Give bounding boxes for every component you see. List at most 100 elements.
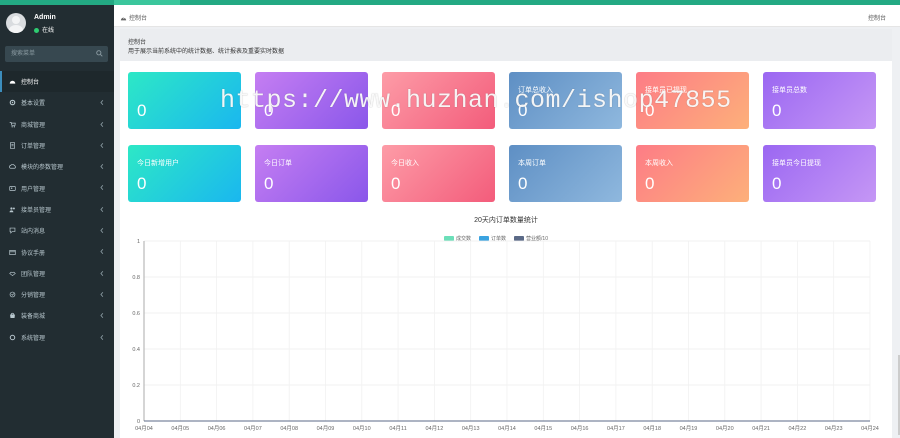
breadcrumb-home[interactable]: 控制台 — [120, 13, 147, 22]
stat-card[interactable]: 今日新增用户 0 — [128, 145, 241, 202]
intro-panel: 控制台 用于展示当前系统中的统计数据、统计报表及重要实时数据 — [120, 29, 892, 61]
gear-icon — [9, 100, 16, 106]
chevron-left-icon[interactable] — [99, 99, 105, 106]
chevron-left-icon[interactable] — [99, 163, 105, 170]
sidebar-item-label: 接单员管理 — [21, 207, 52, 214]
dashboard-icon — [9, 80, 16, 84]
sidebar-item-label: 协议手册 — [21, 250, 46, 257]
chevron-left-icon[interactable] — [99, 227, 105, 234]
shop-icon — [10, 313, 15, 319]
stat-card[interactable]: 今日收入 0 — [382, 145, 495, 202]
sidebar: Admin 在线 控制台基本设置商城管理订单管理模块的参数管理用户管理接单员管理… — [0, 5, 114, 438]
stat-card-value: 0 — [137, 174, 147, 193]
stat-card-label: 今日新增用户 — [137, 160, 179, 167]
x-tick-label: 04月14 — [498, 425, 516, 432]
sidebar-item-2[interactable]: 商城管理 — [0, 114, 114, 135]
y-tick-label: 1 — [137, 239, 140, 245]
chevron-left-icon[interactable] — [99, 121, 105, 128]
stat-card-label: 本周收入 — [645, 160, 673, 167]
chevron-left-icon[interactable] — [99, 334, 105, 341]
order-icon — [10, 142, 15, 149]
sidebar-item-12[interactable]: 系统管理 — [0, 327, 114, 348]
user-status-label: 在线 — [42, 28, 55, 34]
chevron-left-icon[interactable] — [99, 206, 105, 213]
sidebar-item-label: 控制台 — [21, 80, 40, 87]
message-icon — [9, 227, 16, 235]
chevron-left-icon[interactable] — [99, 270, 105, 277]
stat-card-value: 0 — [391, 174, 401, 193]
sidebar-item-label: 站内消息 — [21, 229, 46, 236]
stat-card[interactable]: 本周收入 0 — [636, 145, 749, 202]
sidebar-item-label: 装备商城 — [21, 314, 46, 321]
chevron-left-icon[interactable] — [99, 248, 105, 255]
breadcrumb: 控制台 控制台 — [114, 5, 900, 27]
user-panel: Admin 在线 — [0, 5, 114, 41]
sidebar-item-label: 基本设置 — [21, 101, 46, 108]
stat-card-label: 本周订单 — [518, 160, 546, 167]
sidebar-item-label: 模块的参数管理 — [21, 165, 64, 172]
cart-icon — [9, 121, 16, 128]
x-tick-label: 04月08 — [280, 425, 298, 432]
x-tick-label: 04月19 — [680, 425, 698, 432]
y-tick-label: 0 — [137, 419, 140, 425]
x-tick-label: 04月23 — [825, 425, 843, 432]
x-tick-label: 04月05 — [171, 425, 189, 432]
x-tick-label: 04月20 — [716, 425, 734, 432]
chevron-left-icon[interactable] — [99, 312, 105, 319]
users-icon — [9, 207, 15, 213]
chart-title: 20天内订单数量统计 — [474, 217, 538, 224]
stat-card-label: 今日收入 — [391, 160, 419, 167]
stat-card-value: 0 — [264, 174, 274, 193]
sidebar-item-label: 系统管理 — [21, 335, 46, 342]
avatar[interactable] — [6, 13, 26, 33]
sidebar-item-6[interactable]: 接单员管理 — [0, 199, 114, 220]
stat-card-value: 0 — [645, 174, 655, 193]
breadcrumb-home-label: 控制台 — [129, 16, 148, 22]
stat-card-value: 0 — [137, 101, 147, 120]
sidebar-item-7[interactable]: 站内消息 — [0, 220, 114, 241]
sidebar-item-11[interactable]: 装备商城 — [0, 305, 114, 326]
sidebar-item-8[interactable]: 协议手册 — [0, 241, 114, 262]
stat-card[interactable]: 接单员今日提现 0 — [763, 145, 876, 202]
intro-description: 用于展示当前系统中的统计数据、统计报表及重要实时数据 — [128, 49, 285, 55]
dashboard-icon — [120, 16, 127, 20]
sidebar-item-5[interactable]: 用户管理 — [0, 177, 114, 198]
x-tick-label: 04月21 — [752, 425, 770, 432]
breadcrumb-current[interactable]: 控制台 — [868, 13, 886, 22]
x-tick-label: 04月04 — [135, 425, 153, 432]
search-input[interactable] — [5, 46, 93, 62]
stat-card[interactable]: 今日订单 0 — [255, 145, 368, 202]
sidebar-item-1[interactable]: 基本设置 — [0, 92, 114, 113]
stat-card-label: 接单员今日提现 — [772, 160, 821, 167]
x-tick-label: 04月16 — [571, 425, 589, 432]
orders-line-chart: 0 0.2 0.4 0.6 0.8 1 04月04 04月05 04月06 04月07 04月08 0… — [132, 239, 879, 432]
stat-card-value: 0 — [772, 101, 782, 120]
user-status: 在线 — [34, 25, 54, 34]
sidebar-menu: 控制台基本设置商城管理订单管理模块的参数管理用户管理接单员管理站内消息协议手册团… — [0, 71, 114, 348]
sidebar-item-0[interactable]: 控制台 — [0, 71, 114, 93]
x-tick-label: 04月15 — [534, 425, 552, 432]
x-tick-label: 04月18 — [643, 425, 661, 432]
chevron-left-icon[interactable] — [99, 142, 105, 149]
sidebar-item-9[interactable]: 团队管理 — [0, 263, 114, 284]
stat-card-label: 接单员总数 — [772, 87, 807, 94]
cog-icon — [9, 334, 16, 340]
search-icon[interactable] — [96, 50, 103, 57]
share-icon — [9, 291, 16, 298]
x-tick-label: 04月06 — [208, 425, 226, 432]
sidebar-item-4[interactable]: 模块的参数管理 — [0, 156, 114, 177]
stat-card-label: 今日订单 — [264, 160, 292, 167]
stat-card[interactable]: 接单员总数 0 — [763, 72, 876, 129]
sidebar-item-3[interactable]: 订单管理 — [0, 135, 114, 156]
x-tick-label: 04月17 — [607, 425, 625, 432]
sidebar-item-10[interactable]: 分销管理 — [0, 284, 114, 305]
cloud-icon — [9, 164, 16, 169]
chevron-left-icon[interactable] — [99, 184, 105, 191]
stat-card[interactable]: 本周订单 0 — [509, 145, 622, 202]
handshake-icon — [9, 271, 16, 276]
y-tick-label: 0.6 — [132, 311, 140, 317]
sidebar-item-label: 商城管理 — [21, 122, 46, 129]
chevron-left-icon[interactable] — [99, 291, 105, 298]
y-tick-label: 0.4 — [132, 347, 140, 353]
intro-title: 控制台 — [128, 40, 147, 46]
